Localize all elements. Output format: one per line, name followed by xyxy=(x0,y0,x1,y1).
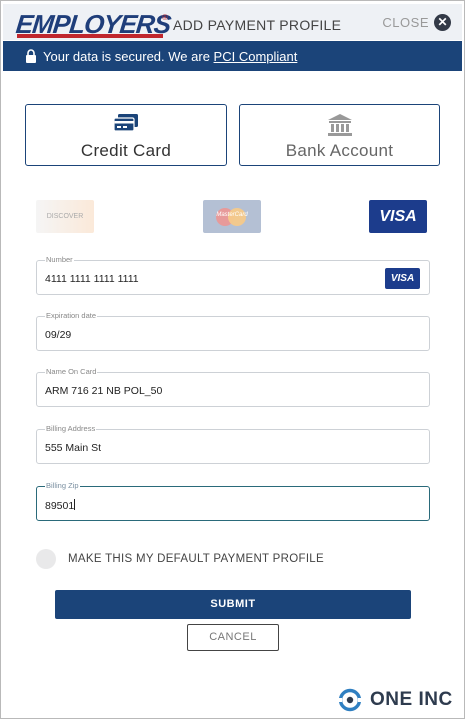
expiration-date-value: 09/29 xyxy=(45,329,72,341)
tab-bank-account-label: Bank Account xyxy=(285,141,394,160)
logo-underline xyxy=(17,34,163,38)
mastercard-wordmark: MasterCard xyxy=(216,212,248,218)
name-on-card-field[interactable]: Name On Card ARM 716 21 NB POL_50 xyxy=(36,367,430,407)
tab-credit-card-label: Credit Card xyxy=(80,141,172,160)
card-number-field[interactable]: Number 4111 1111 1111 1111 VISA xyxy=(36,255,430,295)
card-number-value: 4111 1111 1111 1111 xyxy=(45,273,139,285)
default-profile-checkbox[interactable] xyxy=(36,549,56,569)
text-caret xyxy=(74,499,76,510)
cancel-button[interactable]: CANCEL xyxy=(187,624,279,651)
name-on-card-value: ARM 716 21 NB POL_50 xyxy=(45,385,163,397)
security-text: Your data is secured. We are PCI Complia… xyxy=(43,49,297,64)
visa-logo: VISA xyxy=(369,200,427,233)
discover-logo: DISCOVER xyxy=(36,200,94,233)
card-number-label: Number xyxy=(45,255,74,264)
mastercard-logo: MasterCard xyxy=(203,200,261,233)
billing-address-field[interactable]: Billing Address 555 Main St xyxy=(36,424,430,464)
expiration-date-label: Expiration date xyxy=(45,311,98,320)
security-message: Your data is secured. We are xyxy=(43,49,214,64)
bank-icon xyxy=(327,114,352,136)
one-inc-wordmark: ONE INC xyxy=(370,689,453,710)
one-inc-branding: ONE INC xyxy=(336,688,453,712)
visa-badge: VISA xyxy=(385,268,420,289)
submit-button[interactable]: SUBMIT xyxy=(55,590,411,619)
one-inc-logo-icon xyxy=(337,688,363,712)
billing-zip-value: 89501 xyxy=(45,500,75,512)
close-circle-icon[interactable]: ✕ xyxy=(434,14,451,31)
tab-bank-account[interactable]: Bank Account xyxy=(239,104,440,166)
dialog-header: EMPLOYERS ® ADD PAYMENT PROFILE CLOSE ✕ xyxy=(3,4,462,40)
name-on-card-label: Name On Card xyxy=(45,367,98,376)
billing-zip-label: Billing Zip xyxy=(45,481,80,490)
default-profile-label[interactable]: MAKE THIS MY DEFAULT PAYMENT PROFILE xyxy=(68,553,324,565)
dialog-title: ADD PAYMENT PROFILE xyxy=(173,17,342,33)
credit-card-icon xyxy=(113,114,138,132)
security-banner: Your data is secured. We are PCI Complia… xyxy=(3,41,462,71)
logo-registered-mark: ® xyxy=(162,13,168,22)
billing-zip-value-wrap: 89501 xyxy=(45,499,76,512)
pci-compliant-link[interactable]: PCI Compliant xyxy=(214,49,298,64)
expiration-date-field[interactable]: Expiration date 09/29 xyxy=(36,311,430,351)
billing-address-value: 555 Main St xyxy=(45,442,102,454)
billing-zip-field[interactable]: Billing Zip 89501 xyxy=(36,481,430,521)
close-label: CLOSE xyxy=(382,15,429,30)
lock-icon xyxy=(26,49,36,63)
billing-address-label: Billing Address xyxy=(45,424,97,433)
tab-credit-card[interactable]: Credit Card xyxy=(25,104,227,166)
close-button[interactable]: CLOSE ✕ xyxy=(382,14,451,31)
